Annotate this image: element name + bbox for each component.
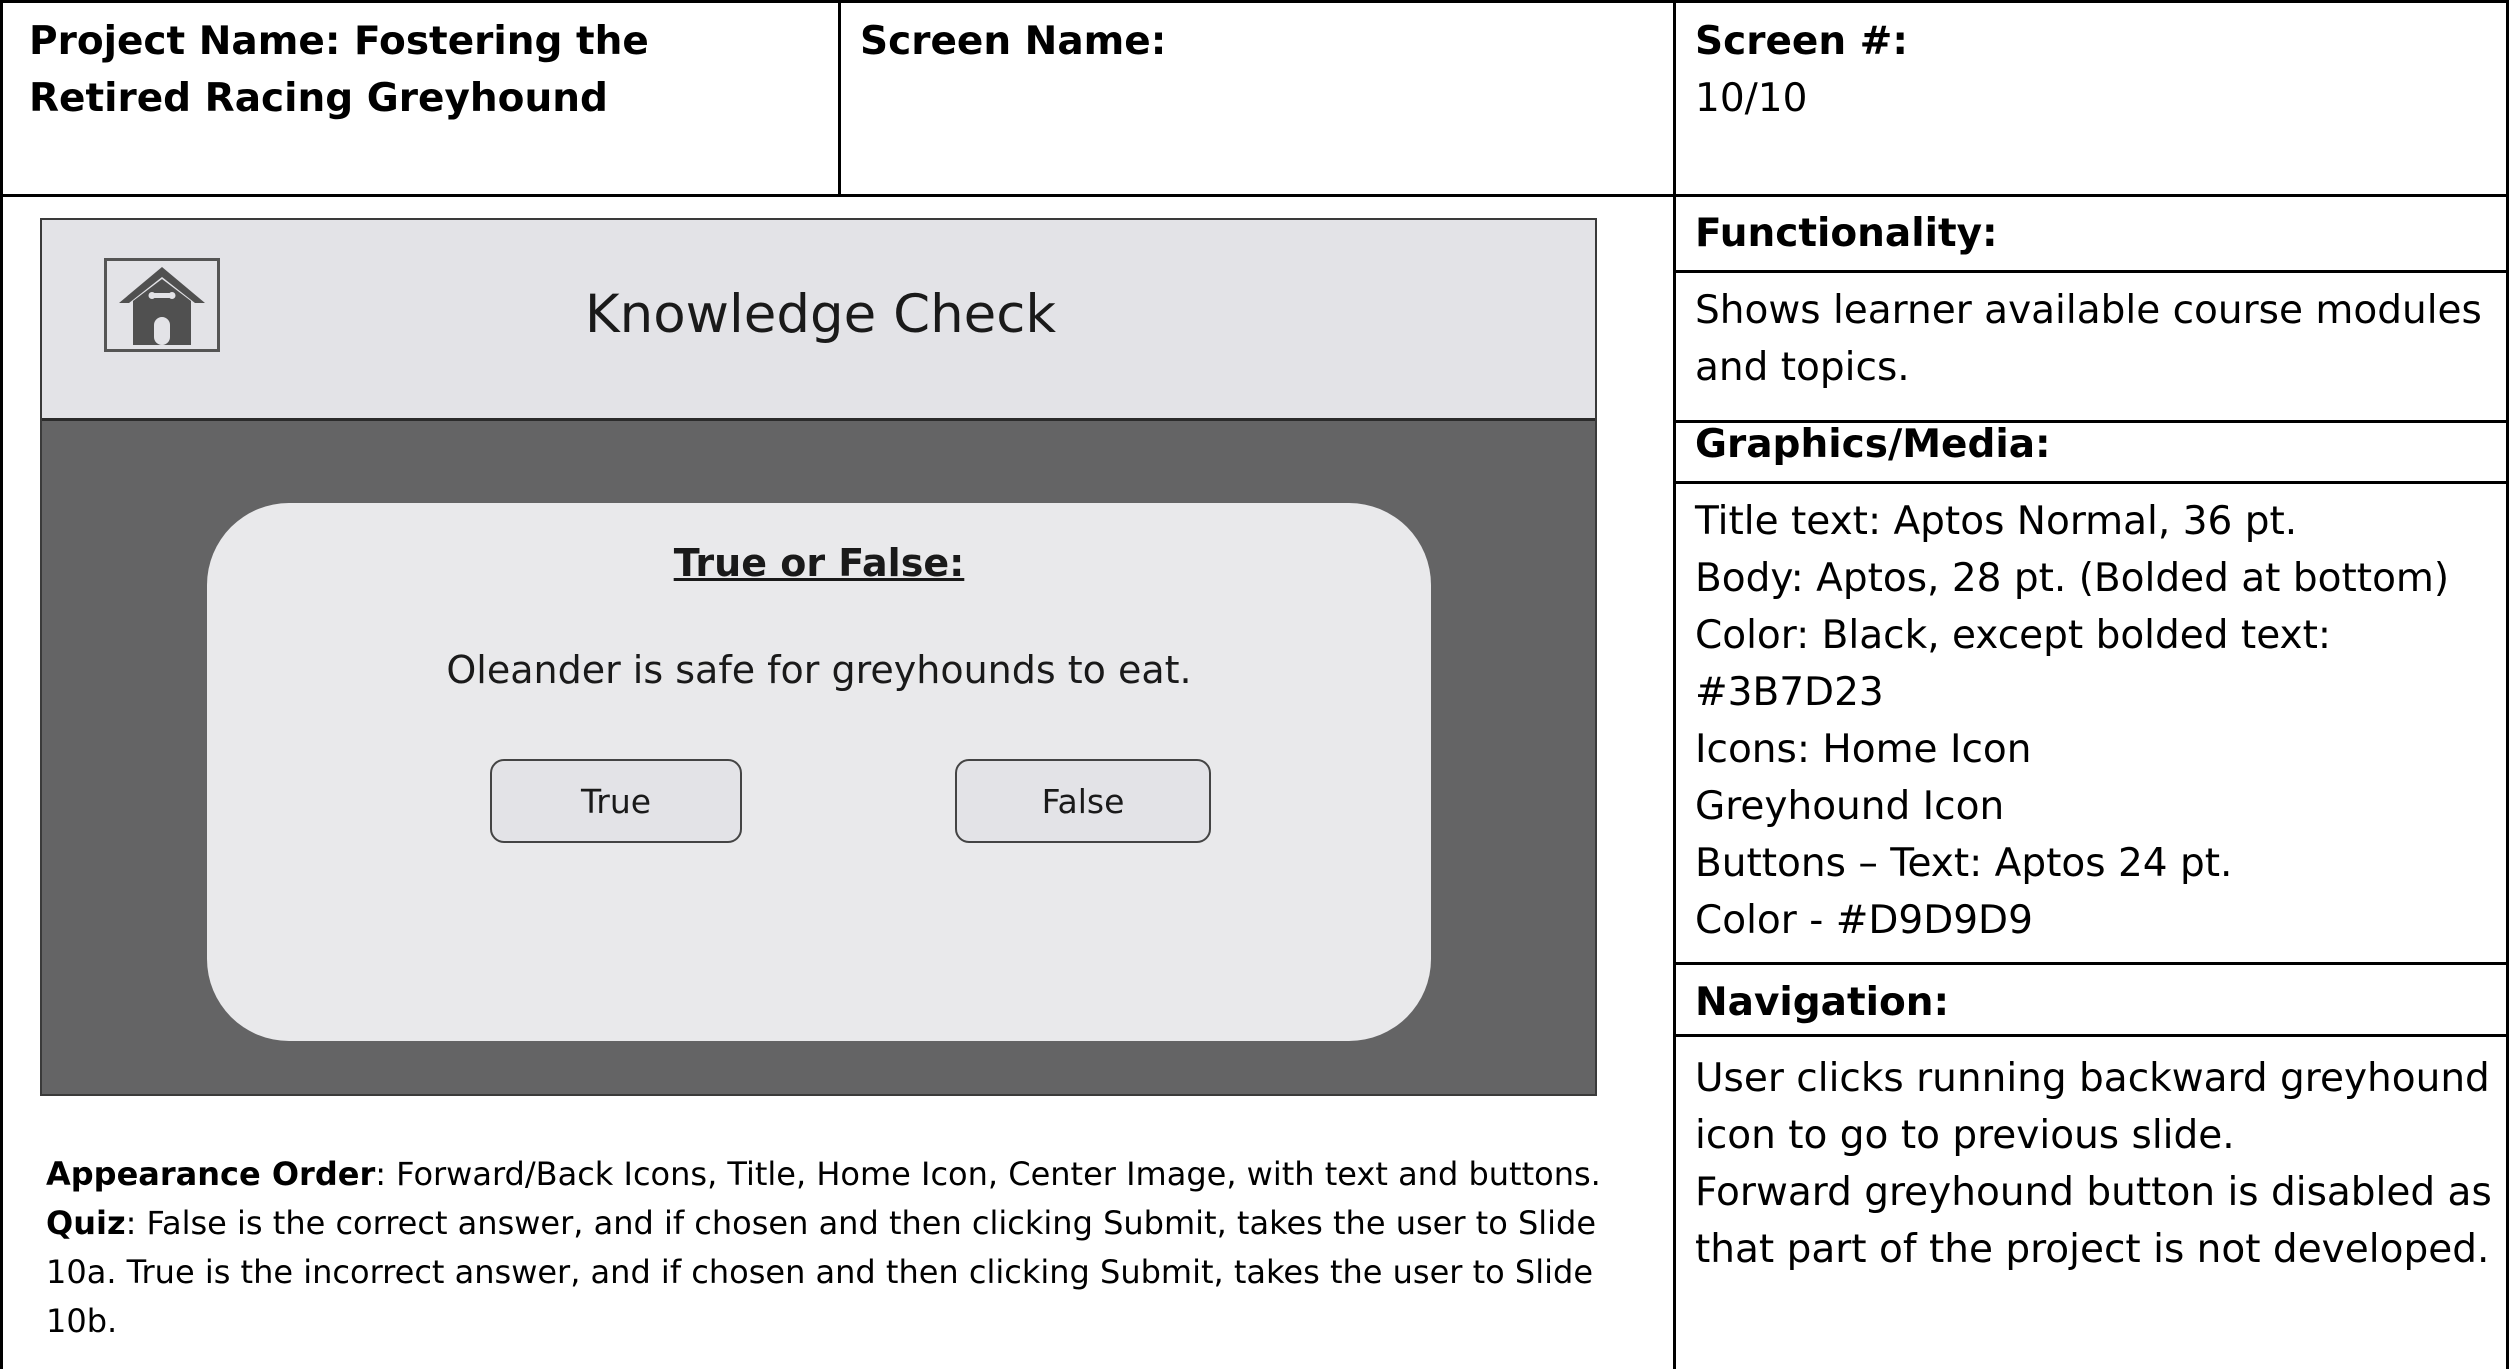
- navigation-line: Forward greyhound button is disabled as: [1695, 1170, 2492, 1215]
- graphics-line: Buttons – Text: Aptos 24 pt.: [1695, 841, 2233, 886]
- navigation-text: User clicks running backward greyhound i…: [1695, 1050, 2505, 1278]
- functionality-text: Shows learner available course modules a…: [1695, 288, 2482, 390]
- appearance-order-note: Appearance Order: Forward/Back Icons, Ti…: [46, 1150, 1606, 1199]
- col-divider-1: [838, 0, 841, 196]
- graphics-line: Title text: Aptos Normal, 36 pt.: [1695, 499, 2298, 544]
- screen-name-label: Screen Name:: [860, 19, 1167, 64]
- sidebar-rule-3: [1675, 481, 2509, 484]
- header-divider: [0, 194, 2509, 197]
- false-button[interactable]: False: [955, 759, 1211, 843]
- navigation-line: icon to go to previous slide.: [1695, 1113, 2235, 1158]
- border-top: [0, 0, 2509, 3]
- graphics-media-label: Graphics/Media:: [1695, 422, 2051, 467]
- border-left: [0, 0, 3, 1369]
- slide-header: Knowledge Check: [42, 220, 1595, 421]
- quiz-heading: True or False:: [673, 541, 965, 585]
- sidebar-rule-5: [1675, 1034, 2509, 1037]
- sidebar-rule-1: [1675, 270, 2509, 273]
- graphics-line: Greyhound Icon: [1695, 784, 2005, 829]
- navigation-line: User clicks running backward greyhound: [1695, 1056, 2490, 1101]
- quiz-card: True or False: Oleander is safe for grey…: [207, 503, 1431, 1041]
- screen-number-value: 10/10: [1695, 76, 1808, 121]
- project-name: Project Name: Fostering the Retired Raci…: [29, 19, 649, 121]
- slide-title: Knowledge Check: [584, 284, 1057, 345]
- quiz-note: Quiz: False is the correct answer, and i…: [46, 1199, 1606, 1346]
- graphics-media-text: Title text: Aptos Normal, 36 pt. Body: A…: [1695, 493, 2505, 949]
- slide-mockup: Knowledge Check True or False: Oleander …: [40, 218, 1597, 1096]
- graphics-line: #3B7D23: [1695, 670, 1884, 715]
- quiz-label: Quiz: [46, 1204, 126, 1242]
- quiz-text: : False is the correct answer, and if ch…: [46, 1204, 1597, 1340]
- graphics-line: Body: Aptos, 28 pt. (Bolded at bottom): [1695, 556, 2450, 601]
- col-divider-2: [1673, 0, 1676, 1369]
- navigation-line: that part of the project is not develope…: [1695, 1227, 2490, 1272]
- storyboard-sheet: Project Name: Fostering the Retired Raci…: [0, 0, 2509, 1369]
- screen-number-label: Screen #:: [1695, 19, 1908, 64]
- notes: Appearance Order: Forward/Back Icons, Ti…: [46, 1150, 1606, 1346]
- graphics-line: Color: Black, except bolded text:: [1695, 613, 2332, 658]
- functionality-label: Functionality:: [1695, 211, 1998, 256]
- true-button[interactable]: True: [490, 759, 742, 843]
- navigation-label: Navigation:: [1695, 980, 1950, 1025]
- appearance-order-label: Appearance Order: [46, 1155, 376, 1193]
- quiz-question: Oleander is safe for greyhounds to eat.: [446, 648, 1192, 692]
- graphics-line: Icons: Home Icon: [1695, 727, 2032, 772]
- appearance-order-text: : Forward/Back Icons, Title, Home Icon, …: [375, 1155, 1601, 1193]
- graphics-line: Color - #D9D9D9: [1695, 898, 2033, 943]
- sidebar-rule-4: [1675, 962, 2509, 965]
